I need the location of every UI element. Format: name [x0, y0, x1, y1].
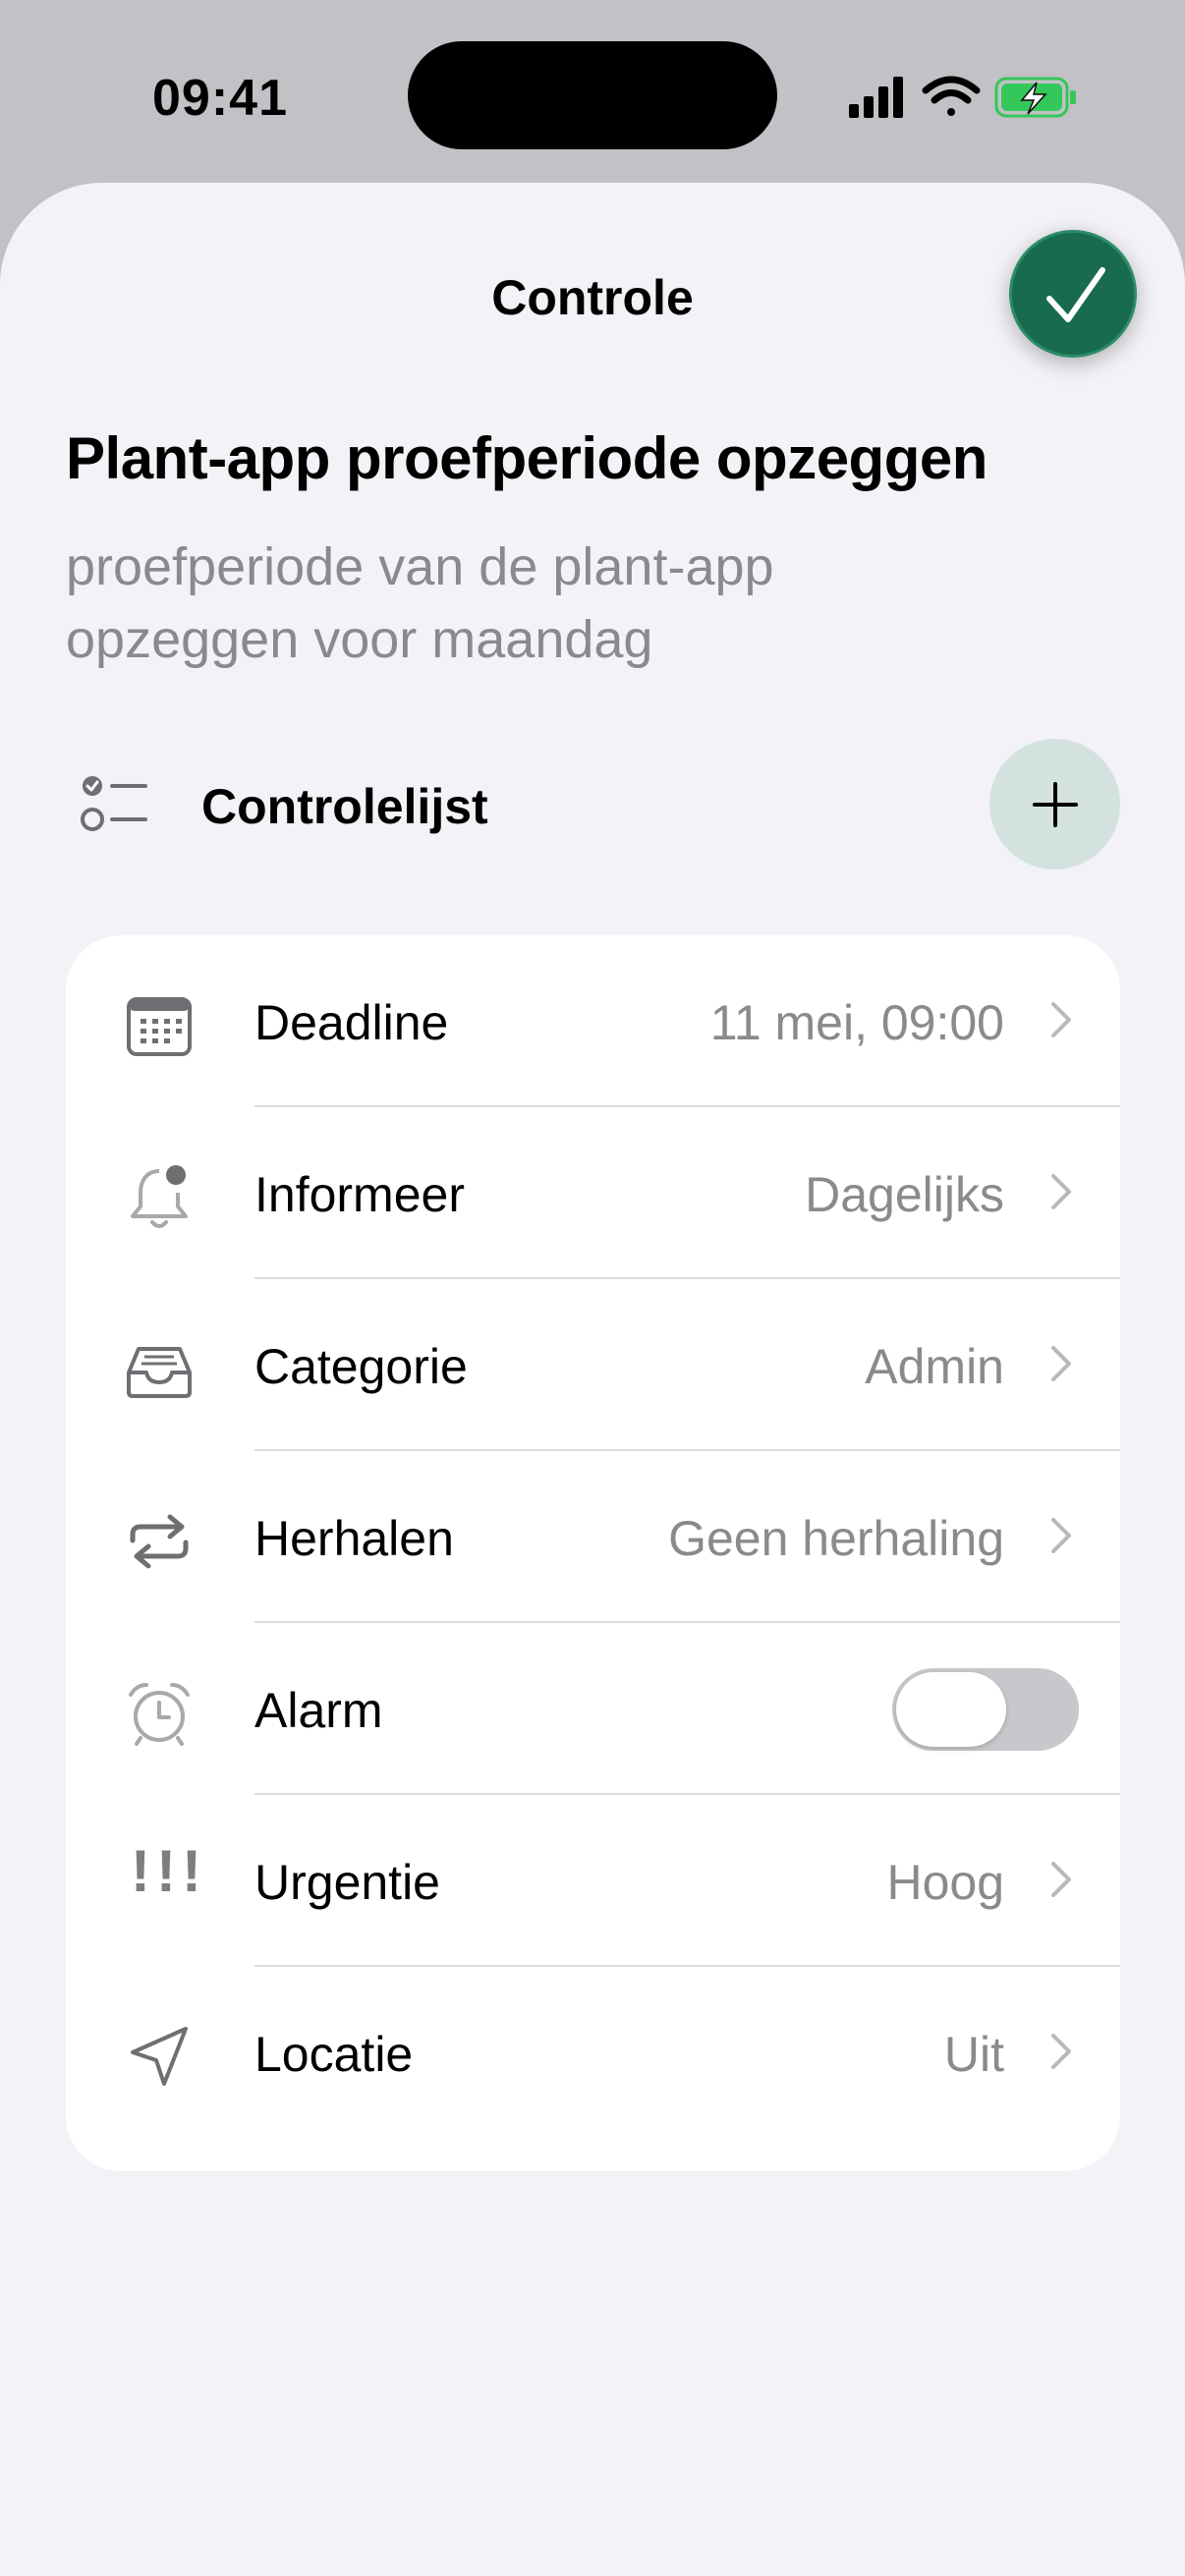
settings-row-herhalen[interactable]: Herhalen Geen herhaling — [66, 1451, 1120, 1623]
bell-badge-icon — [131, 1165, 188, 1228]
toggle-knob — [896, 1672, 1006, 1747]
checklist-label: Controlelijst — [201, 779, 488, 834]
cellular-signal-icon — [849, 77, 903, 118]
plus-icon — [1033, 782, 1078, 827]
status-icons — [847, 71, 1083, 122]
dynamic-island — [408, 41, 777, 149]
sheet-title: Controle — [491, 270, 694, 325]
alarm-toggle[interactable] — [892, 1668, 1079, 1751]
task-title[interactable]: Plant-app proefperiode opzeggen — [66, 424, 988, 492]
location-arrow-icon — [131, 2027, 188, 2086]
checklist-icon — [81, 776, 147, 831]
settings-row-informeer[interactable]: Informeer Dagelijks — [66, 1107, 1120, 1279]
settings-row-label: Herhalen — [254, 1511, 454, 1566]
settings-row-value: Uit — [943, 2027, 1004, 2082]
settings-row-label: Deadline — [254, 995, 449, 1050]
settings-row-value: 11 mei, 09:00 — [709, 995, 1004, 1050]
chevron-right-icon — [1051, 1346, 1071, 1381]
settings-row-label: Urgentie — [254, 1855, 440, 1910]
settings-row-label: Categorie — [254, 1339, 468, 1394]
settings-row-urgentie[interactable]: !!! Urgentie Hoog — [66, 1795, 1120, 1967]
chevron-right-icon — [1051, 1862, 1071, 1897]
task-notes[interactable]: proefperiode van de plant-app opzeggen v… — [66, 531, 1009, 676]
settings-row-label: Locatie — [254, 2027, 414, 2082]
battery-charging-icon — [994, 77, 1076, 118]
chevron-right-icon — [1051, 2034, 1071, 2069]
settings-row-value: Hoog — [886, 1855, 1004, 1910]
wifi-icon — [922, 76, 981, 116]
settings-row-label: Alarm — [254, 1683, 383, 1738]
exclamation-icon: !!! — [131, 1838, 207, 1904]
checkmark-icon — [1046, 267, 1105, 322]
status-bar: 09:41 — [0, 0, 1185, 187]
calendar-icon — [127, 997, 192, 1056]
settings-card: Deadline 11 mei, 09:00 Informeer Dagelij… — [66, 935, 1120, 2171]
settings-row-value: Dagelijks — [805, 1167, 1004, 1222]
settings-row-value: Admin — [865, 1339, 1004, 1394]
chevron-right-icon — [1051, 1002, 1071, 1037]
tray-icon — [127, 1347, 192, 1398]
checklist-header: Controlelijst — [0, 739, 1185, 869]
settings-row-alarm: Alarm — [66, 1623, 1120, 1795]
settings-row-deadline[interactable]: Deadline 11 mei, 09:00 — [66, 935, 1120, 1107]
status-time: 09:41 — [152, 70, 288, 127]
chevron-right-icon — [1051, 1518, 1071, 1553]
settings-row-label: Informeer — [254, 1167, 465, 1222]
repeat-icon — [130, 1514, 189, 1569]
confirm-button[interactable] — [1009, 230, 1137, 358]
add-checklist-item-button[interactable] — [989, 739, 1120, 869]
alarm-clock-icon — [129, 1683, 190, 1746]
settings-row-locatie[interactable]: Locatie Uit — [66, 1967, 1120, 2139]
settings-row-categorie[interactable]: Categorie Admin — [66, 1279, 1120, 1451]
chevron-right-icon — [1051, 1174, 1071, 1209]
settings-row-value: Geen herhaling — [668, 1511, 1004, 1566]
